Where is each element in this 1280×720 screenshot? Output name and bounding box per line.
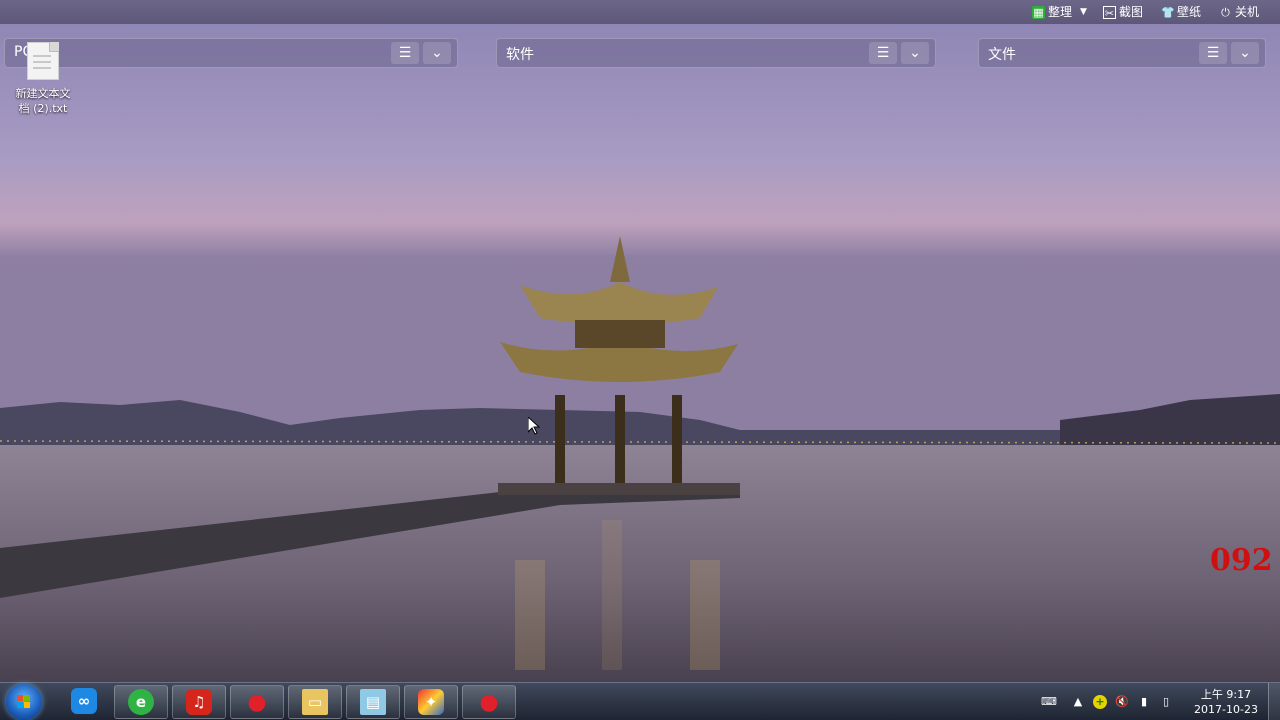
chevron-down-icon: ⌄ — [431, 45, 443, 61]
chevron-down-icon: ⌄ — [909, 45, 921, 61]
desktop-icon-label: 新建文本文 档 (2).txt — [10, 86, 76, 116]
volume-muted-icon[interactable]: 🔇 — [1115, 695, 1129, 709]
chevron-down-icon: ⌄ — [1239, 45, 1251, 61]
screenshot-label: 截图 — [1119, 5, 1144, 19]
tshirt-icon: 👕 — [1161, 5, 1175, 19]
fence-title: 文件 — [988, 47, 1016, 63]
list-icon: ☰ — [1206, 45, 1220, 61]
chevron-down-icon: ▼ — [1080, 7, 1087, 17]
shutdown-button[interactable]: ⏻ 关机 — [1219, 3, 1259, 21]
apple-icon: ● — [479, 689, 499, 715]
desktop-wallpaper — [0, 0, 1280, 720]
music-icon: ♫ — [186, 689, 212, 715]
text-file-icon — [27, 42, 59, 80]
taskbar-360-browser[interactable]: e — [114, 685, 168, 719]
fence-collapse-button[interactable]: ⌄ — [423, 42, 451, 64]
organize-button[interactable]: ▦ 整理 ▼ — [1032, 3, 1087, 21]
watermark-number: 092 — [1210, 543, 1273, 578]
fence-collapse-button[interactable]: ⌄ — [1231, 42, 1259, 64]
keyboard-icon[interactable]: ⌨ — [1041, 695, 1057, 709]
taskbar: ∞ e ♫ ● ▭ ▤ ✦ ● ⌨ ▲ + 🔇 ▮ ▯ 上午 9:17 2017… — [0, 682, 1280, 720]
clock-date: 2017-10-23 — [1194, 703, 1258, 716]
wallpaper-button[interactable]: 👕 壁纸 — [1161, 3, 1201, 21]
organize-label: 整理 — [1048, 5, 1073, 19]
desktop-toolbar: ▦ 整理 ▼ ✂ 截图 👕 壁纸 ⏻ 关机 — [0, 0, 1280, 24]
fence-collapse-button[interactable]: ⌄ — [901, 42, 929, 64]
fence-files[interactable]: 文件 ☰ ⌄ — [978, 38, 1266, 68]
fence-list-button[interactable]: ☰ — [1199, 42, 1227, 64]
screenshot-icon: ✂ — [1103, 5, 1116, 20]
organize-icon: ▦ — [1032, 5, 1045, 19]
battery-icon[interactable]: ▯ — [1159, 695, 1173, 709]
taskbar-baidu-netdisk[interactable]: ∞ — [58, 685, 112, 719]
screenshot-button[interactable]: ✂ 截图 — [1103, 3, 1143, 21]
list-icon: ☰ — [398, 45, 412, 61]
security-app-icon[interactable]: + — [1093, 695, 1107, 709]
windows-logo-icon — [17, 695, 30, 708]
fence-list-button[interactable]: ☰ — [391, 42, 419, 64]
fence-title: 软件 — [506, 47, 534, 63]
shutdown-label: 关机 — [1235, 5, 1260, 19]
system-clock[interactable]: 上午 9:17 2017-10-23 — [1188, 687, 1264, 717]
browser-icon: e — [128, 689, 154, 715]
list-icon: ☰ — [876, 45, 890, 61]
show-hidden-icons-icon[interactable]: ▲ — [1071, 695, 1085, 709]
fence-software[interactable]: 软件 ☰ ⌄ — [496, 38, 936, 68]
taskbar-app-red-2[interactable]: ● — [462, 685, 516, 719]
taskbar-netease-music[interactable]: ♫ — [172, 685, 226, 719]
desktop-icon-text-file[interactable]: 新建文本文 档 (2).txt — [10, 42, 76, 116]
taskbar-file-explorer[interactable]: ▭ — [288, 685, 342, 719]
start-button[interactable] — [6, 684, 42, 720]
show-desktop-button[interactable] — [1268, 683, 1280, 720]
media-icon: ✦ — [418, 689, 444, 715]
notepad-icon: ▤ — [360, 689, 386, 715]
taskbar-notepad[interactable]: ▤ — [346, 685, 400, 719]
label-line: 新建文本文 — [15, 87, 71, 100]
wallpaper-label: 壁纸 — [1177, 5, 1202, 19]
power-icon: ⏻ — [1221, 5, 1230, 19]
taskbar-app-red[interactable]: ● — [230, 685, 284, 719]
network-icon[interactable]: ▮ — [1137, 695, 1151, 709]
taskbar-media-app[interactable]: ✦ — [404, 685, 458, 719]
fence-list-button[interactable]: ☰ — [869, 42, 897, 64]
folder-icon: ▭ — [302, 689, 328, 715]
clock-time: 上午 9:17 — [1200, 688, 1252, 701]
cloud-icon: ∞ — [71, 688, 97, 714]
mouse-cursor-icon — [528, 417, 540, 435]
label-line: 档 (2).txt — [18, 102, 68, 115]
apple-icon: ● — [247, 689, 267, 715]
